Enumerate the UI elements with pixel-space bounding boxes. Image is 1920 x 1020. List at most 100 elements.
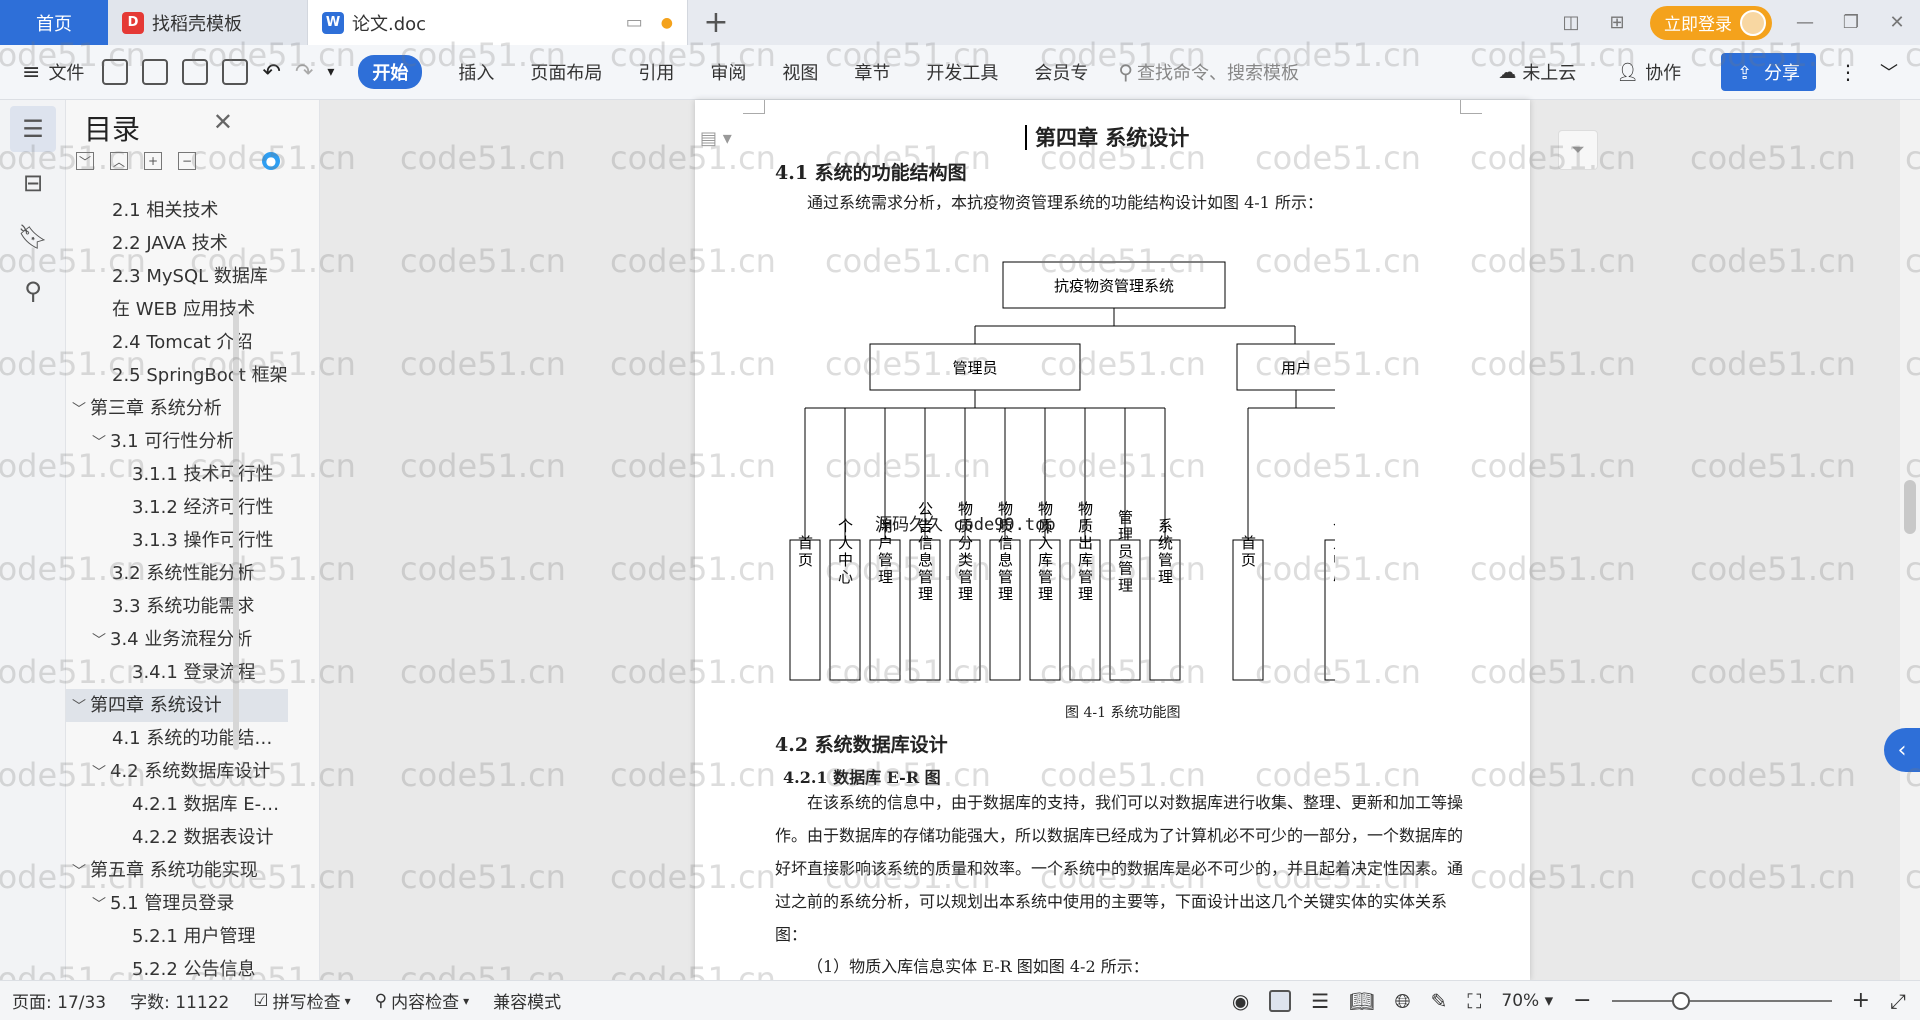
toc-item[interactable]: 2.2 JAVA 技术 [66, 227, 288, 260]
document-page[interactable]: 第四章 系统设计 4.1 系统的功能结构图 通过系统需求分析，本抗疫物资管理系统… [695, 100, 1530, 980]
toc-item[interactable]: 4.2.1 数据库 E-R 图 [66, 788, 288, 821]
vertical-scrollbar[interactable] [1900, 100, 1920, 980]
menu-view[interactable]: 视图 [782, 59, 818, 85]
toc-item[interactable]: ﹀ 第四章 系统设计 [66, 689, 288, 722]
export-pdf-icon[interactable] [142, 59, 169, 85]
remove-icon[interactable]: − [178, 152, 196, 170]
toc-item[interactable]: 2.5 SpringBoot 框架 [66, 359, 288, 392]
tab-template[interactable]: D 找稻壳模板 [108, 0, 308, 45]
menu-review[interactable]: 审阅 [710, 59, 746, 85]
print-preview-icon[interactable] [222, 59, 249, 85]
menu-page-layout[interactable]: 页面布局 [530, 59, 602, 85]
toc-item[interactable]: 3.1.3 操作可行性 [66, 524, 288, 557]
bookmark-icon[interactable]: 🔖︎ [10, 214, 56, 260]
zoom-slider[interactable] [1611, 991, 1832, 1010]
page-count[interactable]: 页面: 17/33 [12, 988, 106, 1013]
toc-item[interactable]: 4.1 系统的功能结构图 [66, 722, 288, 755]
collapse-icon[interactable]: ︿ [110, 152, 128, 170]
pen-icon[interactable]: ✎ [1431, 989, 1448, 1013]
toc-item[interactable]: 3.3 系统功能需求 [66, 590, 288, 623]
collapse-ribbon-icon[interactable]: ﹀ [1880, 59, 1898, 85]
add-icon[interactable]: + [144, 152, 162, 170]
smart-toc-icon[interactable]: ● [262, 152, 280, 170]
file-menu-button[interactable]: ≡ 文件 [22, 59, 84, 85]
expand-side-panel-button[interactable]: ‹ [1884, 728, 1920, 772]
chevron-down-icon[interactable]: ﹀ [92, 757, 110, 788]
menu-insert[interactable]: 插入 [458, 59, 494, 85]
toc-item[interactable]: ﹀ 5.1 管理员登录 [66, 887, 288, 920]
toc-item[interactable]: 5.2.1 用户管理 [66, 920, 288, 953]
outline-icon[interactable]: ⊟ [10, 160, 56, 206]
toc-panel-icon[interactable]: ☰ [10, 106, 56, 152]
eye-protect-icon[interactable]: ◉ [1232, 989, 1249, 1013]
print-icon[interactable] [182, 59, 209, 85]
filter-icon[interactable]: ⏷ [1558, 130, 1598, 170]
toc-item[interactable]: 2.3 MySQL 数据库 [66, 260, 288, 293]
toc-item[interactable]: 3.2 系统性能分析 [66, 557, 288, 590]
close-icon[interactable]: ✕ [213, 108, 233, 136]
read-view-icon[interactable]: 📖︎ [1349, 989, 1374, 1013]
toc-item[interactable]: 3.4.1 登录流程 [66, 656, 288, 689]
toc-item[interactable]: ﹀ 第五章 系统功能实现 [66, 854, 288, 887]
toc-scrollbar[interactable] [233, 310, 239, 750]
monitor-icon[interactable]: ▭ [626, 12, 643, 33]
menu-section[interactable]: 章节 [854, 59, 890, 85]
outline-view-icon[interactable]: ☰ [1311, 989, 1329, 1013]
toc-item[interactable]: ﹀ 3.4 业务流程分析 [66, 623, 288, 656]
chevron-down-icon[interactable]: ﹀ [72, 394, 90, 425]
word-count[interactable]: 字数: 11122 [130, 988, 229, 1013]
doc-tools-icon[interactable]: ▤ ▾ [700, 128, 732, 149]
toc-item[interactable]: ﹀ 4.2 系统数据库设计 [66, 755, 288, 788]
fit-page-icon[interactable]: ⛶ [1467, 989, 1481, 1013]
toc-item[interactable]: 5.2.2 公告信息 [66, 953, 288, 980]
redo-icon[interactable]: ↷ [295, 60, 313, 85]
menu-start[interactable]: 开始 [358, 55, 423, 89]
tab-home[interactable]: 首页 [0, 0, 108, 45]
undo-icon[interactable]: ↶ [262, 60, 280, 85]
apps-grid-icon[interactable]: ⊞ [1604, 12, 1630, 33]
zoom-level[interactable]: 70% ▾ [1501, 991, 1553, 1011]
fullscreen-icon[interactable]: ⤢ [1890, 989, 1906, 1013]
content-check-button[interactable]: ⚲ 内容检查 ▾ [375, 988, 469, 1014]
toc-item[interactable]: 3.1.2 经济可行性 [66, 491, 288, 524]
watermark-text: code51.cn [400, 345, 566, 383]
web-view-icon[interactable]: 🌐︎ [1395, 989, 1411, 1013]
toc-item[interactable]: 在 WEB 应用技术 [66, 293, 288, 326]
layout-icon[interactable]: ◫ [1558, 12, 1584, 33]
new-tab-button[interactable]: + [688, 0, 744, 45]
menu-member[interactable]: 会员专 [1034, 59, 1088, 85]
tab-document[interactable]: W 论文.doc ▭ ● [308, 0, 688, 45]
toc-item[interactable]: ﹀ 3.1 可行性分析 [66, 425, 288, 458]
zoom-out-icon[interactable]: − [1573, 988, 1591, 1013]
chevron-down-icon[interactable]: ﹀ [72, 691, 90, 722]
login-button[interactable]: 立即登录 [1650, 5, 1772, 40]
cloud-button[interactable]: ☁ 未上云 [1498, 59, 1576, 85]
menu-developer[interactable]: 开发工具 [926, 59, 998, 85]
toc-item[interactable]: ﹀ 第三章 系统分析 [66, 392, 288, 425]
chevron-down-icon[interactable]: ﹀ [72, 856, 90, 887]
chevron-down-icon[interactable]: ﹀ [92, 427, 110, 458]
zoom-slider-knob[interactable] [1671, 991, 1690, 1010]
expand-icon[interactable]: ﹀ [76, 152, 94, 170]
more-options-icon[interactable]: ⋮ [1838, 60, 1858, 84]
page-view-icon[interactable] [1269, 989, 1292, 1012]
restore-icon[interactable]: ❐ [1838, 12, 1864, 33]
scroll-thumb[interactable] [1904, 480, 1916, 534]
command-search[interactable]: ⚲ 查找命令、搜索模板 [1118, 59, 1299, 85]
minimize-icon[interactable]: — [1792, 12, 1818, 33]
menu-reference[interactable]: 引用 [638, 59, 674, 85]
more-dropdown-icon[interactable]: ▾ [327, 64, 334, 80]
toc-item[interactable]: 3.1.1 技术可行性 [66, 458, 288, 491]
close-icon[interactable]: ✕ [1884, 12, 1910, 33]
find-icon[interactable]: ⚲ [10, 268, 56, 314]
save-icon[interactable] [102, 59, 129, 85]
spell-check-button[interactable]: ☑ 拼写检查 ▾ [253, 988, 350, 1014]
toc-item[interactable]: 4.2.2 数据表设计 [66, 821, 288, 854]
share-button[interactable]: ⇪ 分享 [1721, 53, 1816, 91]
chevron-down-icon[interactable]: ﹀ [92, 889, 110, 920]
zoom-in-icon[interactable]: + [1852, 988, 1870, 1013]
toc-item[interactable]: 2.1 相关技术 [66, 194, 288, 227]
collab-button[interactable]: 👤︎ 协作 [1616, 59, 1681, 85]
toc-item[interactable]: 2.4 Tomcat 介绍 [66, 326, 288, 359]
chevron-down-icon[interactable]: ﹀ [92, 625, 110, 656]
